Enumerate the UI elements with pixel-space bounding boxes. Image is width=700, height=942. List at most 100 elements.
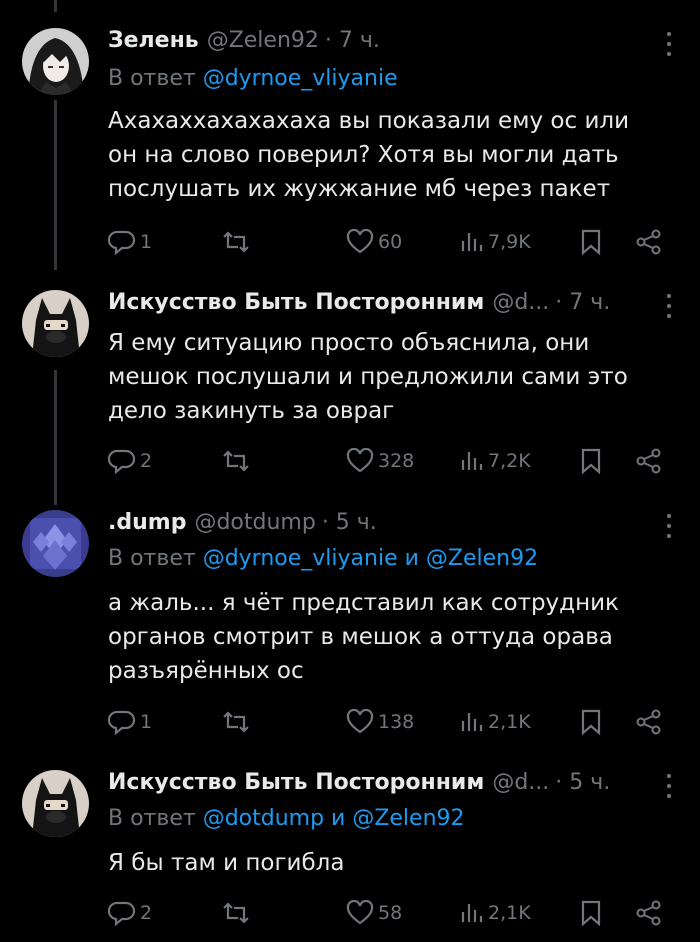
views-icon bbox=[461, 904, 483, 922]
heart-icon bbox=[346, 709, 374, 734]
share-button[interactable] bbox=[635, 707, 663, 737]
reply-to-link[interactable]: @dyrnoe_vliyanie и @Zelen92 bbox=[203, 546, 538, 571]
text-line: а жаль... я чёт представил как сотрудник bbox=[108, 590, 619, 616]
reply-icon bbox=[108, 901, 136, 926]
more-options-icon[interactable] bbox=[666, 294, 672, 318]
like-count: 328 bbox=[378, 450, 415, 472]
text-line: мешок послушали и предложили сами это bbox=[108, 364, 628, 390]
reply-count: 1 bbox=[140, 711, 153, 733]
more-options-icon[interactable] bbox=[666, 514, 672, 538]
tweet-text: Я ему ситуацию просто объяснила, они меш… bbox=[108, 326, 668, 428]
reply-button[interactable]: 2 bbox=[108, 898, 152, 928]
user-handle[interactable]: @d... bbox=[492, 290, 549, 315]
reply-to-link[interactable]: @dyrnoe_vliyanie bbox=[203, 66, 398, 91]
tweet-header: .dump @dotdump · 5 ч. bbox=[108, 510, 640, 540]
repost-icon bbox=[223, 902, 249, 924]
reply-button[interactable]: 1 bbox=[108, 707, 152, 737]
tweet[interactable]: Искусство Быть Посторонним @d... · 7 ч. … bbox=[0, 290, 700, 510]
views-icon bbox=[461, 713, 483, 731]
repost-button[interactable] bbox=[220, 898, 252, 928]
tweet[interactable]: Зелень @Zelen92 · 7 ч. В ответ @dyrnoe_v… bbox=[0, 0, 700, 290]
action-bar: 1 138 2,1K bbox=[108, 707, 668, 737]
more-options-icon[interactable] bbox=[666, 32, 672, 56]
reply-icon bbox=[108, 230, 136, 255]
repost-button[interactable] bbox=[220, 446, 252, 476]
text-line: Я ему ситуацию просто объяснила, они bbox=[108, 330, 590, 356]
timestamp[interactable]: · 7 ч. bbox=[555, 290, 610, 315]
timestamp[interactable]: · 5 ч. bbox=[555, 770, 610, 795]
heart-icon bbox=[346, 448, 374, 473]
tweet[interactable]: .dump @dotdump · 5 ч. В ответ @dyrnoe_vl… bbox=[0, 510, 700, 760]
bookmark-icon bbox=[581, 709, 601, 735]
share-icon bbox=[636, 448, 661, 474]
text-line: послушать их жужжание мб через пакет bbox=[108, 176, 611, 202]
timestamp[interactable]: · 7 ч. bbox=[325, 28, 380, 53]
views-button[interactable]: 7,9K bbox=[460, 227, 531, 257]
text-line: он на слово поверил? Хотя вы могли дать bbox=[108, 142, 619, 168]
bookmark-button[interactable] bbox=[580, 227, 602, 257]
text-line: Ахахаххахахахаха вы показали ему ос или bbox=[108, 108, 630, 134]
views-button[interactable]: 7,2K bbox=[460, 446, 531, 476]
display-name[interactable]: Искусство Быть Посторонним bbox=[108, 770, 484, 795]
repost-button[interactable] bbox=[220, 227, 252, 257]
repost-button[interactable] bbox=[220, 707, 252, 737]
avatar[interactable] bbox=[22, 290, 89, 357]
views-button[interactable]: 2,1K bbox=[460, 898, 531, 928]
view-count: 2,1K bbox=[488, 711, 531, 733]
bookmark-button[interactable] bbox=[580, 707, 602, 737]
text-line: дело закинуть за овраг bbox=[108, 398, 395, 424]
share-icon bbox=[636, 900, 661, 926]
like-button[interactable]: 60 bbox=[346, 227, 402, 257]
views-button[interactable]: 2,1K bbox=[460, 707, 531, 737]
tweet-header: Искусство Быть Посторонним @d... · 5 ч. bbox=[108, 770, 640, 800]
avatar[interactable] bbox=[22, 28, 89, 95]
reply-context: В ответ @dyrnoe_vliyanie bbox=[108, 66, 398, 91]
display-name[interactable]: Искусство Быть Посторонним bbox=[108, 290, 484, 315]
bookmark-icon bbox=[581, 900, 601, 926]
views-icon bbox=[461, 233, 483, 251]
tweet-header: Искусство Быть Посторонним @d... · 7 ч. bbox=[108, 290, 640, 320]
user-handle[interactable]: @d... bbox=[492, 770, 549, 795]
reply-button[interactable]: 1 bbox=[108, 227, 152, 257]
text-line: Я бы там и погибла bbox=[108, 850, 345, 876]
reply-to-link[interactable]: @dotdump и @Zelen92 bbox=[203, 806, 465, 831]
like-button[interactable]: 58 bbox=[346, 898, 402, 928]
more-options-icon[interactable] bbox=[666, 774, 672, 798]
reply-icon bbox=[108, 710, 136, 735]
display-name[interactable]: Зелень bbox=[108, 28, 199, 53]
user-handle[interactable]: @dotdump bbox=[194, 510, 315, 535]
reply-count: 2 bbox=[140, 450, 153, 472]
bookmark-button[interactable] bbox=[580, 446, 602, 476]
bookmark-icon bbox=[581, 229, 601, 255]
like-button[interactable]: 328 bbox=[346, 446, 414, 476]
display-name[interactable]: .dump bbox=[108, 510, 186, 535]
action-bar: 1 60 7,9K bbox=[108, 227, 668, 257]
avatar[interactable] bbox=[22, 770, 89, 837]
reply-count: 1 bbox=[140, 231, 153, 253]
repost-icon bbox=[223, 450, 249, 472]
reply-count: 2 bbox=[140, 902, 153, 924]
share-button[interactable] bbox=[635, 898, 663, 928]
reply-button[interactable]: 2 bbox=[108, 446, 152, 476]
like-button[interactable]: 138 bbox=[346, 707, 414, 737]
like-count: 138 bbox=[378, 711, 415, 733]
timestamp[interactable]: · 5 ч. bbox=[322, 510, 377, 535]
avatar[interactable] bbox=[22, 510, 89, 577]
tweet-header: Зелень @Zelen92 · 7 ч. bbox=[108, 28, 640, 58]
bookmark-button[interactable] bbox=[580, 898, 602, 928]
text-line: разъярённых ос bbox=[108, 658, 304, 684]
text-line: органов смотрит в мешок а оттуда орава bbox=[108, 624, 613, 650]
share-button[interactable] bbox=[635, 446, 663, 476]
tweet-text: Ахахаххахахахаха вы показали ему ос или … bbox=[108, 104, 668, 206]
share-button[interactable] bbox=[635, 227, 663, 257]
view-count: 7,2K bbox=[488, 450, 531, 472]
reply-context: В ответ @dyrnoe_vliyanie и @Zelen92 bbox=[108, 546, 538, 571]
reply-icon bbox=[108, 449, 136, 474]
tweet[interactable]: Искусство Быть Посторонним @d... · 5 ч. … bbox=[0, 770, 700, 942]
view-count: 2,1K bbox=[488, 902, 531, 924]
views-icon bbox=[461, 452, 483, 470]
user-handle[interactable]: @Zelen92 bbox=[207, 28, 319, 53]
reply-prefix: В ответ bbox=[108, 66, 196, 91]
reply-context: В ответ @dotdump и @Zelen92 bbox=[108, 806, 465, 831]
share-icon bbox=[636, 709, 661, 735]
